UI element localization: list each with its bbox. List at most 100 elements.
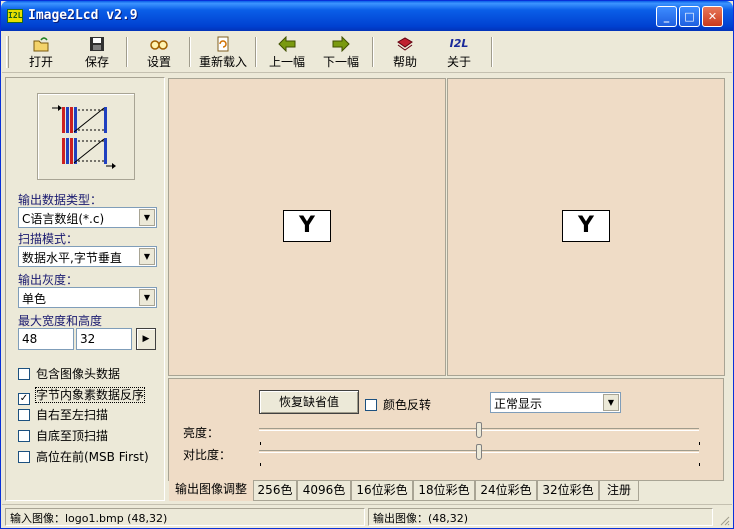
scan-mode-diagram [37,93,135,180]
slider-tick [260,442,261,445]
display-mode-value: 正常显示 [494,397,543,411]
checkbox-reverse-bits[interactable]: ✓ 字节内象素数据反序 [18,386,146,405]
tab-image-adjust[interactable]: 输出图像调整 [169,480,253,501]
max-height-input[interactable]: 32 [76,328,132,350]
checkbox-label: 自右至左扫描 [36,408,109,422]
restore-defaults-button[interactable]: 恢复缺省值 [259,390,359,414]
output-type-value: C语言数组(*.c) [22,212,105,226]
output-type-select[interactable]: C语言数组(*.c) ▼ [18,207,157,228]
window-title: Image2Lcd v2.9 [28,8,138,23]
open-folder-icon [33,37,49,52]
checkbox-label: 字节内象素数据反序 [34,387,146,403]
previous-label: 上一幅 [268,55,305,69]
arrow-left-icon [278,36,296,52]
image-adjust-panel: 恢复缺省值 颜色反转 正常显示 ▼ 亮度： 对比度： [168,378,724,481]
apply-size-button[interactable]: ▶ [136,328,156,350]
floppy-disk-icon [90,37,104,51]
output-type-label: 输出数据类型： [18,193,103,207]
toolbar: 打开 保存 设置 重新载入 上一幅 下一幅 帮助 I2L 关于 [2,31,732,73]
help-book-icon [397,37,413,51]
reload-page-icon [217,36,229,52]
slider-tick [699,442,700,445]
settings-label: 设置 [146,55,171,69]
checkbox-label: 包含图像头数据 [36,367,121,381]
input-image-status: 输入图像：logo1.bmp (48,32) [5,508,365,526]
checkbox-label: 自底至顶扫描 [36,429,109,443]
checkbox-box[interactable] [18,368,30,380]
reload-button[interactable]: 重新载入 [196,33,250,71]
minimize-button[interactable]: _ [656,6,677,27]
next-image-button[interactable]: 下一幅 [320,33,362,71]
scan-mode-select[interactable]: 数据水平,字节垂直 ▼ [18,246,157,267]
glasses-icon [150,40,168,50]
about-label: 关于 [446,55,471,69]
status-bar: 输入图像：logo1.bmp (48,32) 输出图像：(48,32) [2,504,732,528]
chevron-down-icon[interactable]: ▼ [139,248,155,265]
checkbox-msb-first[interactable]: 高位在前(MSB First) [18,448,149,465]
gray-level-value: 单色 [22,292,47,306]
checkbox-invert-color[interactable]: 颜色反转 [365,396,431,413]
output-image-status: 输出图像：(48,32) [368,508,713,526]
checkbox-box[interactable] [18,409,30,421]
tab-24bit-color[interactable]: 24位彩色 [475,481,537,501]
tab-register[interactable]: 注册 [599,481,639,501]
checkbox-box[interactable] [365,399,377,411]
checkbox-label: 颜色反转 [383,398,432,412]
toolbar-separator [126,37,128,67]
output-image-preview: Y [562,210,610,242]
display-mode-select[interactable]: 正常显示 ▼ [490,392,621,413]
scan-mode-label: 扫描模式： [18,232,79,246]
close-button[interactable]: ✕ [702,6,723,27]
slider-tick [699,463,700,466]
gray-level-select[interactable]: 单色 ▼ [18,287,157,308]
toolbar-separator [189,37,191,67]
input-image-pane: Y [168,78,446,376]
resize-grip-icon[interactable] [718,514,730,526]
checkmark-icon[interactable]: ✓ [18,393,30,405]
reload-label: 重新载入 [198,55,247,69]
chevron-down-icon[interactable]: ▼ [139,289,155,306]
toolbar-grip[interactable] [6,36,9,68]
contrast-slider-thumb[interactable] [476,444,482,460]
toolbar-separator [255,37,257,67]
app-logo-icon: I2L [7,9,23,23]
save-button[interactable]: 保存 [78,33,116,71]
chevron-down-icon[interactable]: ▼ [139,209,155,226]
checkbox-right-to-left[interactable]: 自右至左扫描 [18,406,108,423]
brightness-label: 亮度： [183,426,220,440]
save-label: 保存 [84,55,109,69]
checkbox-bottom-to-top[interactable]: 自底至顶扫描 [18,427,108,444]
input-image-preview: Y [283,210,331,242]
tab-256-color[interactable]: 256色 [253,481,297,501]
next-label: 下一幅 [322,55,359,69]
slider-tick [260,463,261,466]
checkbox-label: 高位在前(MSB First) [36,450,149,464]
max-width-input[interactable]: 48 [18,328,74,350]
previous-image-button[interactable]: 上一幅 [266,33,308,71]
checkbox-box[interactable] [18,430,30,442]
scan-diagram-icon [52,105,116,169]
contrast-label: 对比度： [183,448,232,462]
help-button[interactable]: 帮助 [386,33,424,71]
about-logo-icon: I2L [449,37,469,50]
checkbox-box[interactable] [18,451,30,463]
checkbox-include-header[interactable]: 包含图像头数据 [18,365,120,382]
open-button[interactable]: 打开 [22,33,60,71]
max-size-label: 最大宽度和高度 [18,314,103,328]
about-button[interactable]: I2L 关于 [440,33,478,71]
tab-18bit-color[interactable]: 18位彩色 [413,481,475,501]
settings-panel: 输出数据类型： C语言数组(*.c) ▼ 扫描模式： 数据水平,字节垂直 ▼ 输… [5,77,165,501]
tab-32bit-color[interactable]: 32位彩色 [537,481,599,501]
settings-button[interactable]: 设置 [140,33,178,71]
title-bar[interactable]: I2L Image2Lcd v2.9 _ □ ✕ [1,1,733,31]
open-label: 打开 [28,55,53,69]
tab-4096-color[interactable]: 4096色 [297,481,351,501]
brightness-slider-thumb[interactable] [476,422,482,438]
output-image-pane: Y [447,78,725,376]
toolbar-separator [372,37,374,67]
arrow-right-icon [332,36,350,52]
app-window: I2L Image2Lcd v2.9 _ □ ✕ 打开 保存 设置 重新载入 上… [0,0,734,529]
tab-16bit-color[interactable]: 16位彩色 [351,481,413,501]
chevron-down-icon[interactable]: ▼ [603,394,619,411]
maximize-button[interactable]: □ [679,6,700,27]
